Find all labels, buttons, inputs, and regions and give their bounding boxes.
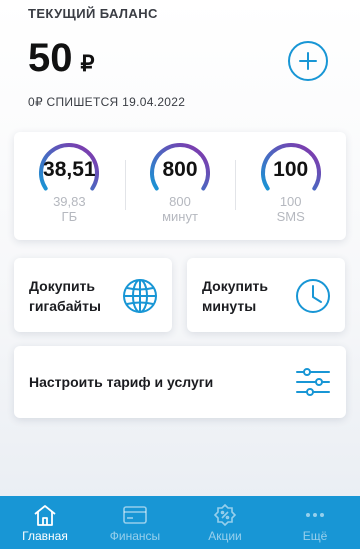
gauge-gb: 38,51 bbox=[36, 142, 102, 208]
gauge-sms: 100 bbox=[258, 142, 324, 208]
tariff-settings-button[interactable]: Настроить тариф и услуги bbox=[14, 346, 346, 418]
balance-amount: 50 ₽ bbox=[28, 36, 95, 81]
promo-badge-icon bbox=[213, 504, 237, 526]
tab-home-label: Главная bbox=[22, 529, 68, 543]
tab-finance-label: Финансы bbox=[109, 529, 161, 543]
buy-minutes-label: Докупить минуты bbox=[202, 276, 268, 316]
charge-note: 0₽ СПИШЕТСЯ 19.04.2022 bbox=[28, 95, 186, 109]
rest-sms[interactable]: 100 100 SMS bbox=[235, 132, 346, 240]
rests-card[interactable]: 38,51 39,83 ГБ 800 800 минут 100 100 SMS bbox=[14, 132, 346, 240]
tab-more[interactable]: Ещё bbox=[270, 496, 360, 549]
home-icon bbox=[34, 505, 56, 526]
more-dots-icon bbox=[306, 513, 324, 517]
buy-gigabytes-line2: гигабайты bbox=[29, 298, 101, 314]
tab-home[interactable]: Главная bbox=[0, 496, 90, 549]
rest-gb-unit: ГБ bbox=[61, 209, 78, 224]
globe-icon bbox=[123, 279, 157, 313]
clock-icon bbox=[296, 279, 330, 313]
tab-finance[interactable]: Финансы bbox=[90, 496, 180, 549]
rest-minutes-unit: минут bbox=[162, 209, 198, 224]
card-icon bbox=[123, 506, 147, 524]
tab-promos[interactable]: Акции bbox=[180, 496, 270, 549]
buy-gigabytes-button[interactable]: Докупить гигабайты bbox=[14, 258, 172, 332]
balance-header: ТЕКУЩИЙ БАЛАНС bbox=[28, 6, 158, 21]
tariff-settings-label: Настроить тариф и услуги bbox=[29, 374, 214, 390]
rest-sms-value: 100 bbox=[273, 158, 309, 181]
balance-value: 50 bbox=[28, 36, 73, 80]
rest-minutes[interactable]: 800 800 минут bbox=[124, 132, 236, 240]
gauge-minutes: 800 bbox=[147, 142, 213, 208]
rest-gb-value: 38,51 bbox=[43, 158, 96, 181]
tab-more-label: Ещё bbox=[302, 529, 328, 543]
tab-promos-label: Акции bbox=[208, 529, 242, 543]
rest-minutes-value: 800 bbox=[162, 158, 198, 181]
buy-minutes-line1: Докупить bbox=[202, 278, 269, 294]
buy-gigabytes-label: Докупить гигабайты bbox=[29, 276, 101, 316]
buy-gigabytes-line1: Докупить bbox=[29, 278, 96, 294]
rest-gb[interactable]: 38,51 39,83 ГБ bbox=[14, 132, 125, 240]
sliders-icon bbox=[296, 368, 330, 396]
buy-minutes-line2: минуты bbox=[202, 298, 257, 314]
rest-sms-unit: SMS bbox=[276, 209, 305, 224]
bottom-tab-bar: Главная Финансы Акции Ещё bbox=[0, 496, 360, 549]
balance-currency: ₽ bbox=[80, 51, 95, 76]
top-up-button[interactable] bbox=[288, 41, 328, 81]
buy-minutes-button[interactable]: Докупить минуты bbox=[187, 258, 345, 332]
